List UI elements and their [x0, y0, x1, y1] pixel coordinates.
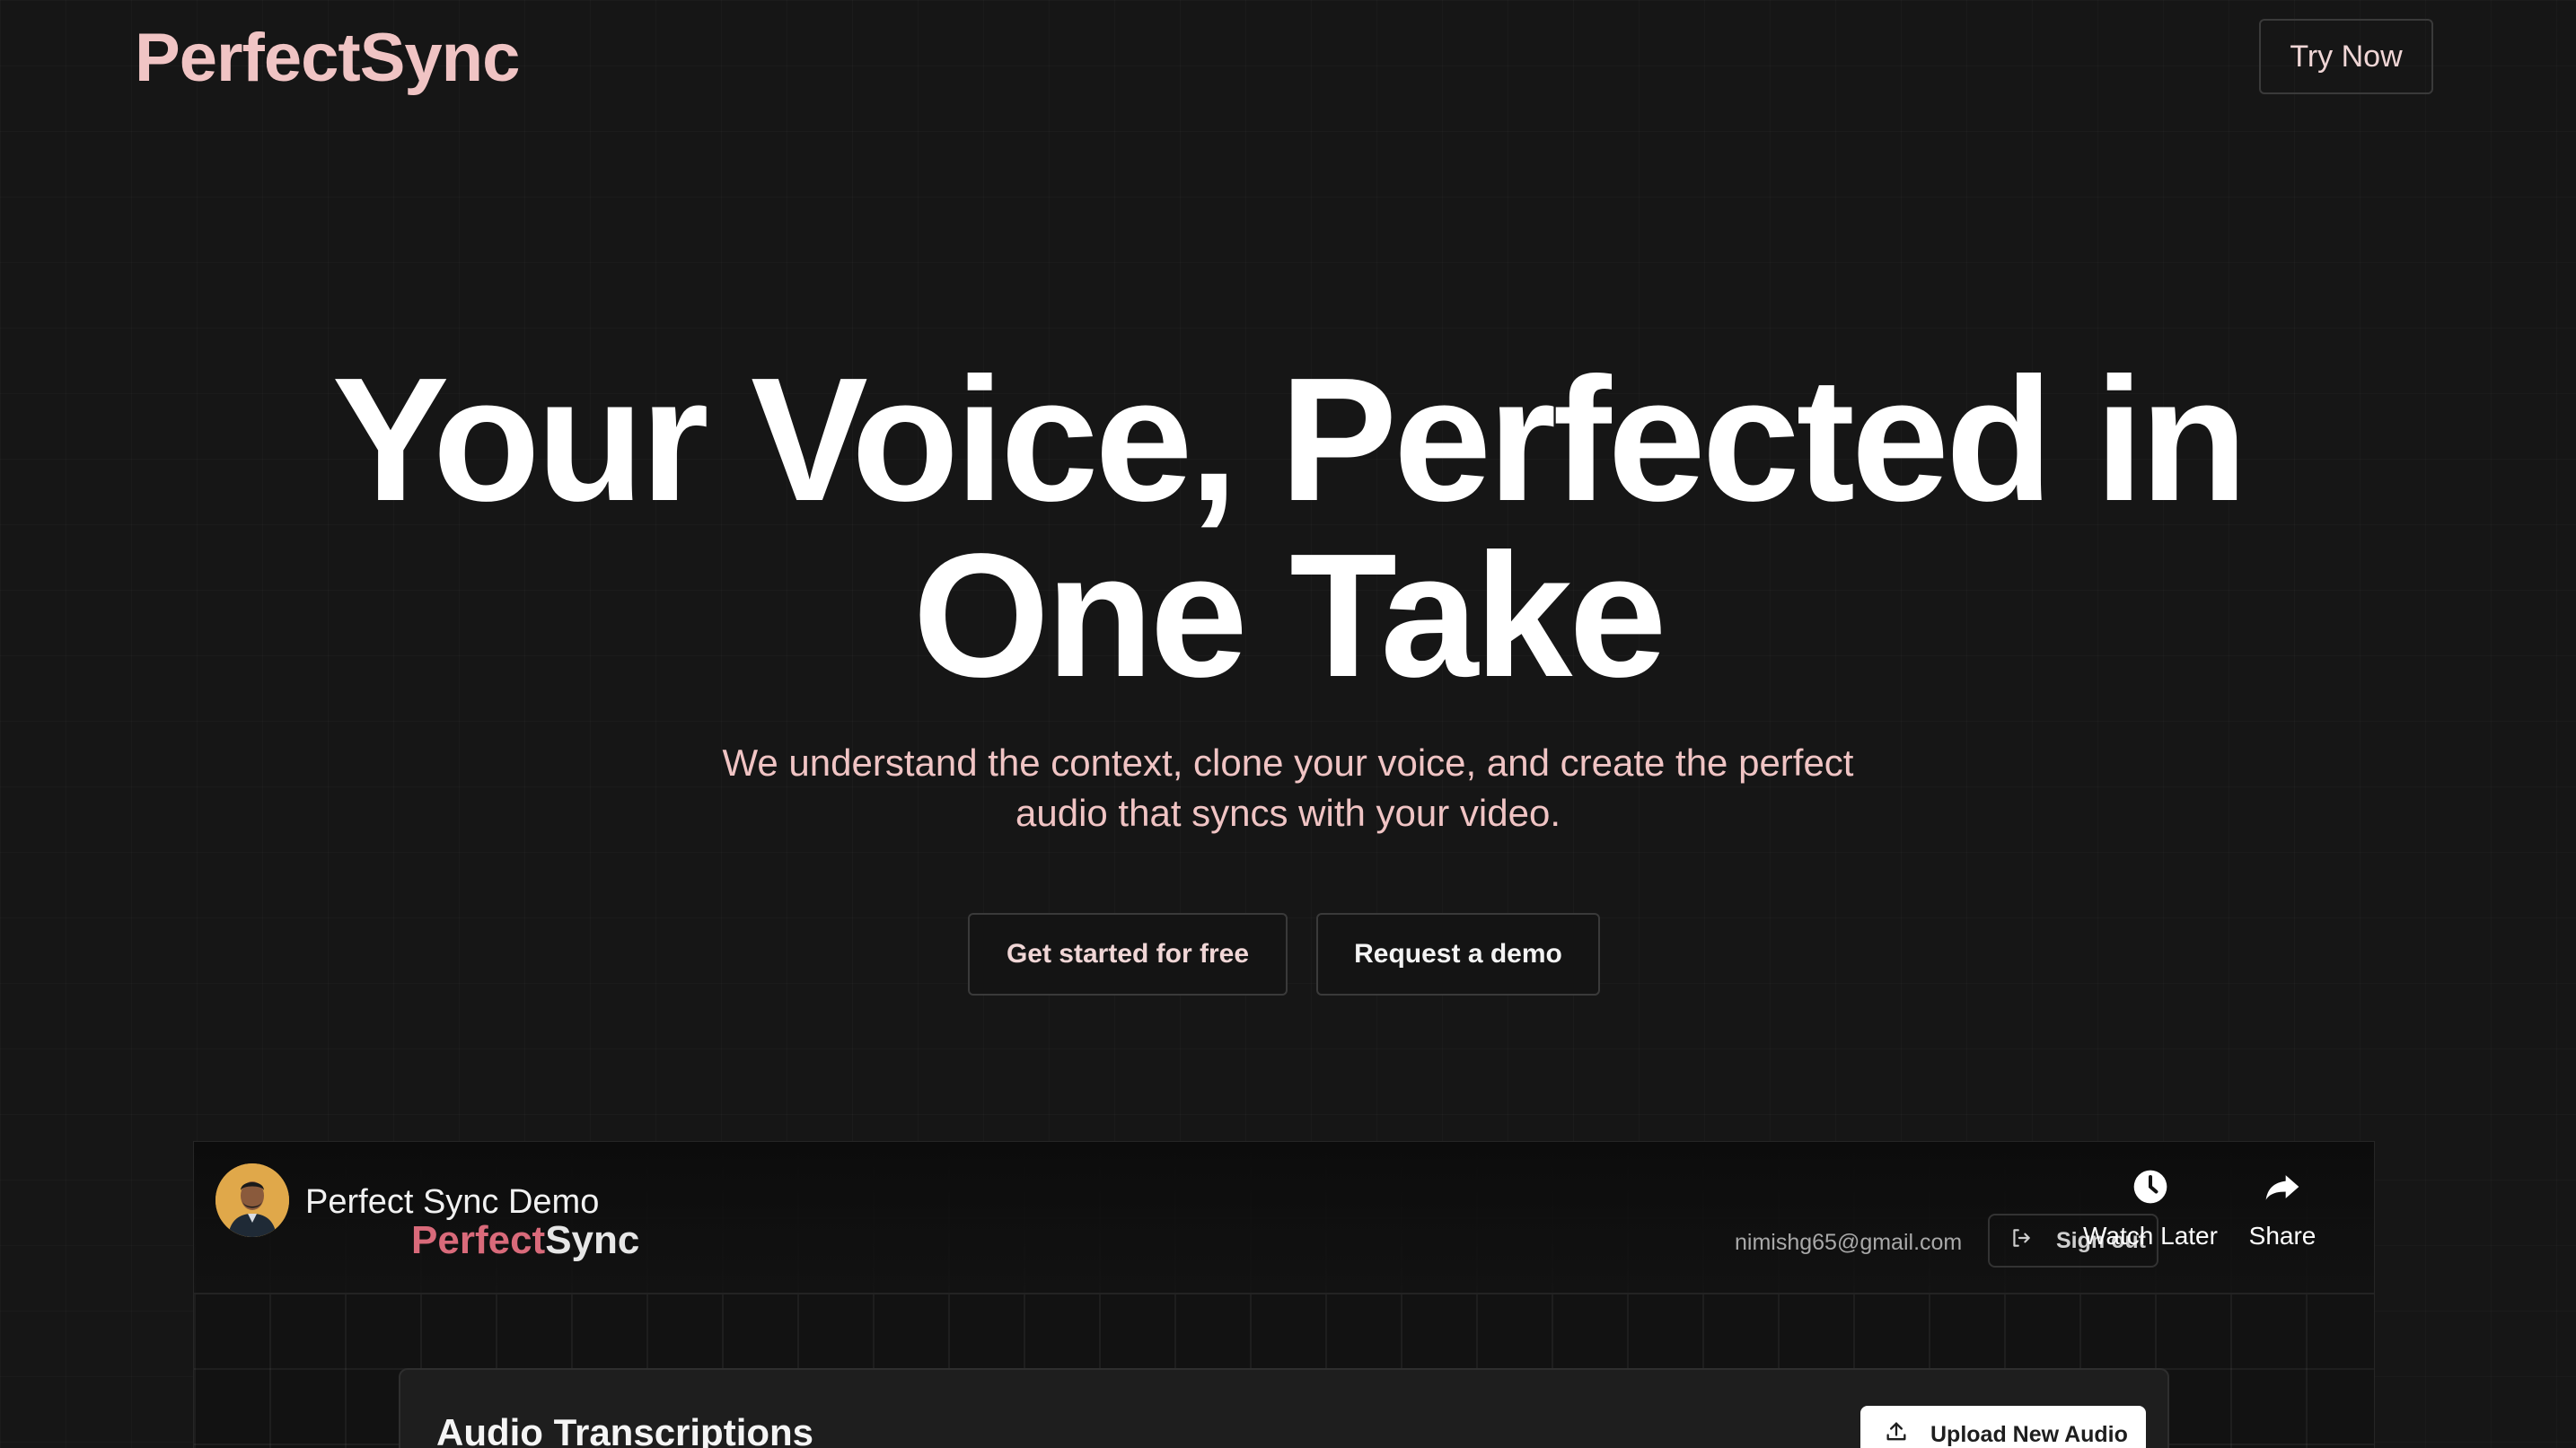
watch-later-label: Watch Later — [2083, 1222, 2218, 1250]
inner-logo-part-1: Perfect — [411, 1218, 546, 1262]
demo-video-player[interactable]: Audio Transcriptions Upload New Audio Pe… — [193, 1141, 2375, 1448]
inner-card-title: Audio Transcriptions — [436, 1411, 814, 1448]
hero-title: Your Voice, Perfected in One Take — [0, 352, 2576, 704]
share-arrow-icon — [2263, 1167, 2302, 1213]
inner-upload-label: Upload New Audio — [1930, 1421, 2128, 1447]
hero-subtitle-line-2: audio that syncs with your video. — [1015, 792, 1561, 834]
inner-app-logo: PerfectSync — [411, 1215, 639, 1266]
inner-upload-button: Upload New Audio — [1860, 1406, 2146, 1448]
hero-subtitle-line-1: We understand the context, clone your vo… — [722, 742, 1854, 784]
get-started-button[interactable]: Get started for free — [968, 913, 1288, 996]
hero-title-line-1: Your Voice, Perfected in — [331, 341, 2248, 538]
channel-avatar[interactable] — [215, 1163, 289, 1237]
hero-title-line-2: One Take — [912, 517, 1667, 714]
hero-subtitle: We understand the context, clone your vo… — [682, 738, 1894, 838]
inner-logo-part-2: Sync — [545, 1218, 640, 1262]
request-demo-button[interactable]: Request a demo — [1316, 913, 1600, 996]
clock-icon — [2131, 1167, 2170, 1213]
share-label: Share — [2248, 1222, 2317, 1250]
landing-page: PerfectSync Try Now Your Voice, Perfecte… — [0, 0, 2576, 1448]
sign-out-icon — [2009, 1226, 2033, 1256]
video-title[interactable]: Perfect Sync Demo — [305, 1181, 599, 1223]
upload-icon — [1884, 1419, 1909, 1448]
inner-audio-transcriptions-card: Audio Transcriptions Upload New Audio — [399, 1368, 2169, 1448]
watch-later-button[interactable]: Watch Later — [2074, 1167, 2227, 1251]
try-now-button[interactable]: Try Now — [2259, 19, 2433, 94]
share-button[interactable]: Share — [2229, 1167, 2336, 1251]
site-logo[interactable]: PerfectSync — [135, 18, 520, 99]
inner-user-email: nimishg65@gmail.com — [1735, 1230, 1963, 1255]
